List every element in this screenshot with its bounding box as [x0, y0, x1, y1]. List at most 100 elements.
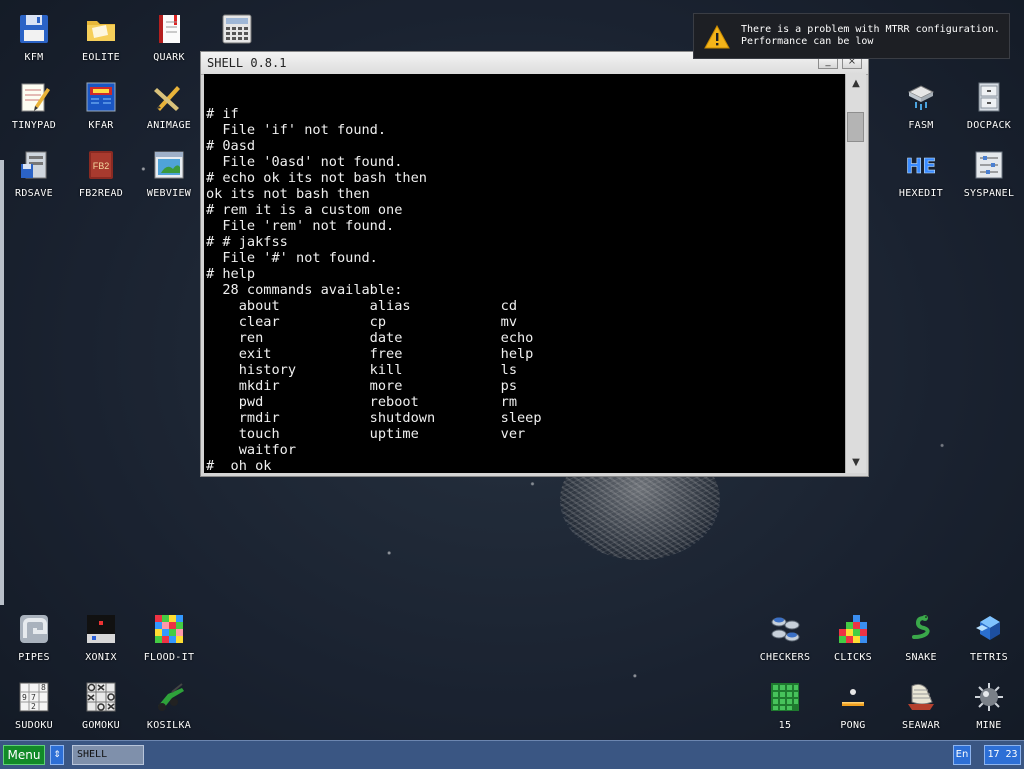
dual-panel-icon: [84, 80, 118, 114]
svg-text:2: 2: [31, 702, 36, 711]
terminal-output[interactable]: # if File 'if' not found. # 0asd File '0a…: [204, 74, 845, 473]
terminal-line: ok its not bash then: [206, 186, 370, 202]
desktop-icon-fb2read[interactable]: FB2 FB2READ: [67, 142, 135, 210]
terminal-line: # if: [206, 106, 239, 122]
desktop-icon-label: WEBVIEW: [146, 188, 192, 199]
desktop-icon-syspanel[interactable]: SYSPANEL: [955, 142, 1023, 210]
desktop-icon-xonix[interactable]: XONIX: [67, 606, 135, 674]
desktop-icon-label: ANIMAGE: [146, 120, 192, 131]
notification-message: There is a problem with MTRR configurati…: [741, 24, 1000, 48]
desktop-icon-hexedit[interactable]: HE HEXEDIT: [887, 142, 955, 210]
terminal-line: File 'if' not found.: [206, 122, 387, 138]
terminal-line: about alias cd: [206, 298, 517, 314]
hex-editor-icon: HE: [904, 148, 938, 182]
desktop-icon-fasm[interactable]: FASM: [887, 74, 955, 142]
gomoku-game-icon: [84, 680, 118, 714]
cabinet-icon: [972, 80, 1006, 114]
desktop-icon-docpack[interactable]: DOCPACK: [955, 74, 1023, 142]
terminal-line: # # jakfss: [206, 234, 288, 250]
taskbar-item-shell[interactable]: SHELL: [72, 745, 144, 765]
clock[interactable]: 17 23: [984, 745, 1021, 765]
desktop-icon-label: SEAWAR: [902, 720, 940, 731]
language-indicator[interactable]: En: [953, 745, 971, 765]
terminal-line: pwd reboot rm: [206, 394, 517, 410]
desktop-icon-tinypad[interactable]: TINYPAD: [0, 74, 68, 142]
assembler-icon: [904, 80, 938, 114]
terminal-line: touch uptime ver: [206, 426, 526, 442]
desktop-icon-kfar[interactable]: KFAR: [67, 74, 135, 142]
desktop-icon-webview[interactable]: WEBVIEW: [135, 142, 203, 210]
terminal-line: # help: [206, 266, 256, 282]
desktop-icon-sudoku[interactable]: 8 972 SUDOKU: [0, 674, 68, 742]
desktop-icon-label: FLOOD-IT: [143, 652, 195, 663]
desktop-icon-quark[interactable]: QUARK: [135, 6, 203, 74]
desktop-icon-label: PONG: [840, 720, 866, 731]
desktop-icon-label: TETRIS: [970, 652, 1008, 663]
desktop-icon-flood-it[interactable]: FLOOD-IT: [135, 606, 203, 674]
svg-text:HE: HE: [906, 154, 936, 178]
desktop-icon-seawar[interactable]: SEAWAR: [887, 674, 955, 742]
desktop-icon-gomoku[interactable]: GOMOKU: [67, 674, 135, 742]
flood-it-game-icon: [152, 612, 186, 646]
terminal-line: # echo ok its not bash then: [206, 170, 427, 186]
desktop-icon-rdsave[interactable]: RDSAVE: [0, 142, 68, 210]
desktop-icon-checkers[interactable]: CHECKERS: [751, 606, 819, 674]
desktop-icon-label: XONIX: [85, 652, 117, 663]
notification-line-1: There is a problem with MTRR configurati…: [741, 24, 1000, 35]
desktop-icon-label: FB2READ: [78, 188, 124, 199]
ramdisk-save-icon: [17, 148, 51, 182]
desktop-icon-pong[interactable]: PONG: [819, 674, 887, 742]
desktop-icon-label: EOLITE: [82, 52, 120, 63]
desktop-icon-15[interactable]: 15: [751, 674, 819, 742]
floppy-disk-icon: [17, 12, 51, 46]
scroll-thumb[interactable]: [847, 112, 864, 142]
desktop-icon-label: KOSILKA: [146, 720, 192, 731]
web-browser-icon: [152, 148, 186, 182]
fifteen-puzzle-icon: [768, 680, 802, 714]
snake-game-icon: [904, 612, 938, 646]
terminal-line: rmdir shutdown sleep: [206, 410, 542, 426]
desktop-icon-label: SNAKE: [905, 652, 937, 663]
svg-text:FB2: FB2: [93, 161, 110, 171]
shell-window[interactable]: SHELL 0.8.1 _ × # if File 'if' not found…: [200, 51, 869, 477]
desktop-icon-clicks[interactable]: CLICKS: [819, 606, 887, 674]
desktop-icon-label: QUARK: [153, 52, 185, 63]
calculator-icon: [220, 12, 254, 46]
notification-popup[interactable]: There is a problem with MTRR configurati…: [693, 13, 1010, 59]
sudoku-game-icon: 8 972: [17, 680, 51, 714]
desktop-icon-eolite[interactable]: EOLITE: [67, 6, 135, 74]
notification-line-2: Performance can be low: [741, 36, 874, 47]
scroll-up-button[interactable]: ▲: [846, 74, 866, 94]
desktop-icon-label: TINYPAD: [11, 120, 57, 131]
terminal-line: 28 commands available:: [206, 282, 403, 298]
desktop-icon-label: HEXEDIT: [898, 188, 944, 199]
terminal-line: File '#' not found.: [206, 250, 378, 266]
terminal-line: waitfor: [206, 442, 297, 458]
desktop-icon-pipes[interactable]: PIPES: [0, 606, 68, 674]
terminal-line: history kill ls: [206, 362, 517, 378]
terminal-line: # 0asd: [206, 138, 256, 154]
menu-button[interactable]: Menu: [3, 745, 45, 765]
desktop-icon-label: 15: [778, 720, 792, 731]
desktop-icon-snake[interactable]: SNAKE: [887, 606, 955, 674]
switch-arrows-icon[interactable]: ⇕: [50, 745, 64, 765]
desktop-icon-label: DOCPACK: [966, 120, 1012, 131]
xonix-game-icon: [84, 612, 118, 646]
desktop-icon-kfm[interactable]: KFM: [0, 6, 68, 74]
fb2-book-icon: FB2: [84, 148, 118, 182]
scroll-down-button[interactable]: ▼: [846, 453, 866, 473]
folder-icon: [84, 12, 118, 46]
terminal-line: mkdir more ps: [206, 378, 517, 394]
vertical-scrollbar[interactable]: ▲ ▼: [845, 74, 866, 473]
desktop-icon-label: KFAR: [88, 120, 114, 131]
desktop-icon-label: PIPES: [18, 652, 50, 663]
control-panel-icon: [972, 148, 1006, 182]
desktop-icon-kosilka[interactable]: KOSILKA: [135, 674, 203, 742]
desktop-icon-animage[interactable]: ANIMAGE: [135, 74, 203, 142]
pipes-game-icon: [17, 612, 51, 646]
terminal-line: ren date echo: [206, 330, 534, 346]
notepad-icon: [17, 80, 51, 114]
desktop-icon-tetris[interactable]: TETRIS: [955, 606, 1023, 674]
desktop-icon-mine[interactable]: MINE: [955, 674, 1023, 742]
taskbar: Menu ⇕ SHELL En 17 23: [0, 740, 1024, 769]
